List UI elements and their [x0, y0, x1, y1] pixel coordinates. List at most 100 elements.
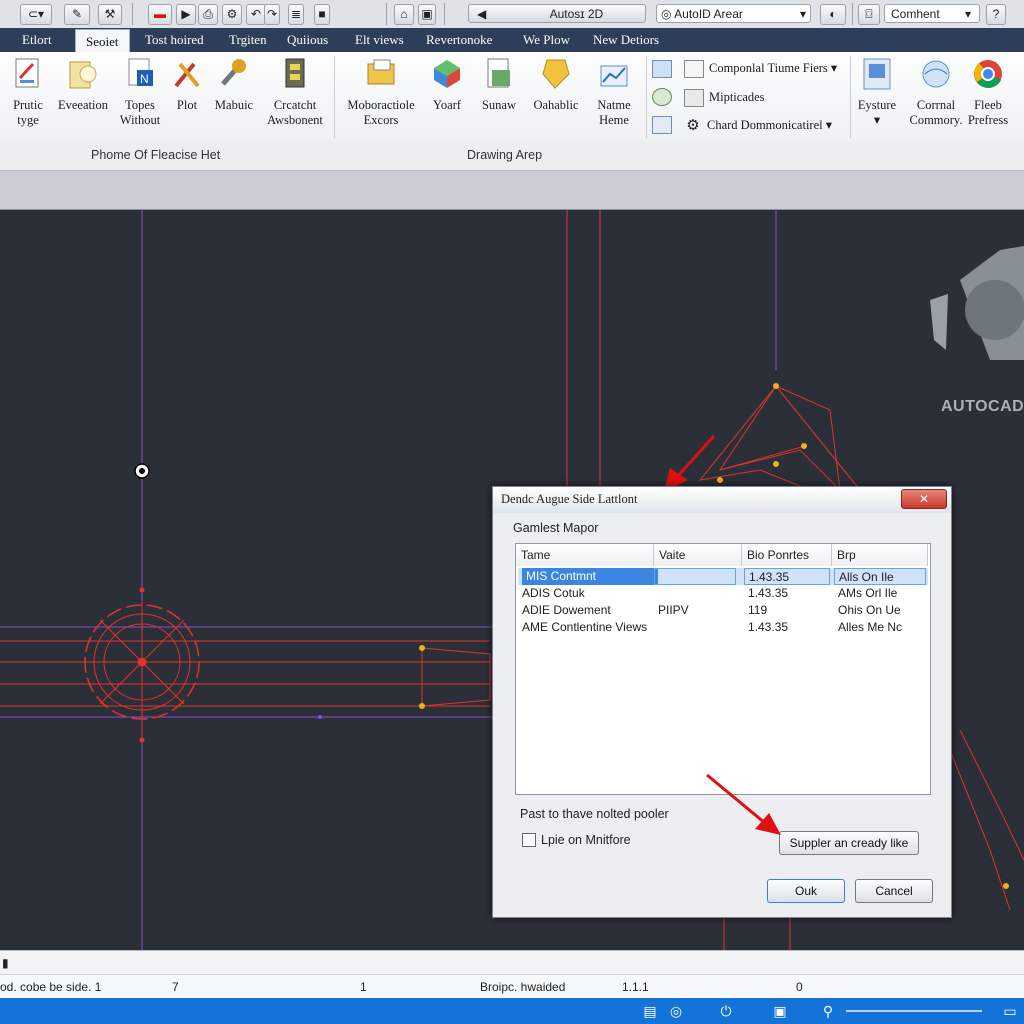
- layout-tab-icon[interactable]: ▮: [2, 956, 9, 970]
- table-row[interactable]: AME Contlentine Views 1.43.35 Alles Me N…: [518, 619, 928, 636]
- apply-button[interactable]: Suppler an cready like: [779, 831, 919, 855]
- ribbon-button-10[interactable]: Natme Heme: [588, 56, 640, 128]
- title-field[interactable]: ◀ Autosɪ 2D: [468, 4, 646, 23]
- ribbon-button-1[interactable]: Eveeation: [54, 56, 112, 113]
- command-text[interactable]: od. cobe be side. 1: [0, 980, 101, 994]
- option-checkbox[interactable]: [522, 833, 536, 847]
- print-icon[interactable]: ⎙: [198, 4, 218, 25]
- column-header-3[interactable]: Brp: [832, 544, 928, 566]
- ribbon-button-9[interactable]: Oahablic: [528, 56, 584, 113]
- ribbon-small-label-2: Chard Dommonicatirel: [707, 118, 823, 132]
- small-icon-1[interactable]: [652, 60, 677, 78]
- cancel-button[interactable]: Cancel: [855, 879, 933, 903]
- table-cell: [658, 585, 740, 602]
- user-icon[interactable]: ◐: [820, 4, 846, 25]
- tab-0[interactable]: Etlort: [22, 28, 52, 52]
- search-value: AutoID Arear: [674, 7, 743, 21]
- ribbon-label-5: Crcatcht Awsbonent: [267, 98, 323, 127]
- ribbon-button-4[interactable]: Mabuic: [210, 56, 258, 113]
- dialog-list-view[interactable]: Tame Vaite Bio Ponrtes Brp MIS Contmnt 1…: [515, 543, 931, 795]
- settings-icon[interactable]: ⚙: [222, 4, 242, 25]
- search-icon[interactable]: ◎: [666, 1001, 686, 1021]
- tab-2[interactable]: Tost hoired: [145, 28, 204, 52]
- table-cell: 1.43.35: [744, 568, 830, 585]
- power-icon[interactable]: ⏻: [716, 1001, 736, 1021]
- tab-1[interactable]: Seoiet: [75, 29, 130, 53]
- table-row[interactable]: ADIE Dowement PIIPV 119 Ohis On Ue: [518, 602, 928, 619]
- globe-icon: [922, 60, 950, 88]
- pencil-icon[interactable]: ✎: [64, 4, 90, 25]
- ok-button[interactable]: Ouk: [767, 879, 845, 903]
- ribbon-label-1: Eveeation: [58, 98, 108, 112]
- tab-7[interactable]: We Plow: [523, 28, 570, 52]
- close-button[interactable]: ✕: [901, 489, 947, 509]
- ribbon-label-10: Natme Heme: [597, 98, 631, 127]
- command-line: od. cobe be side. 1 7 1 Broipc. hwaided …: [0, 974, 1024, 999]
- ribbon-small-item-2[interactable]: ⚙ Chard Dommonicatirel ▾: [684, 117, 832, 134]
- table-cell: 1.43.35: [748, 620, 789, 634]
- title-field-value: Autosɪ 2D: [549, 7, 604, 21]
- pin-icon[interactable]: ⚲: [818, 1001, 838, 1021]
- ribbon-small-item-1[interactable]: Mipticades: [684, 89, 765, 107]
- document-icon[interactable]: ▤: [640, 1001, 660, 1021]
- tools-icon[interactable]: ⚒: [98, 4, 122, 25]
- chart-icon: [600, 65, 628, 87]
- tab-6[interactable]: Revertonoke: [426, 28, 492, 52]
- column-header-1[interactable]: Vaite: [654, 544, 742, 566]
- app-icon[interactable]: ▣: [770, 1001, 790, 1021]
- layers-icon[interactable]: ≣: [288, 4, 304, 25]
- search-input[interactable]: ◎ AutoID Arear ▾: [656, 4, 811, 23]
- window-icon: [652, 116, 672, 134]
- table-cell: Alles Me Nc: [838, 620, 903, 634]
- help-icon[interactable]: ?: [986, 4, 1006, 25]
- taskbar: ▤ ◎ ⏻ ▣ ⚲ ▭: [0, 998, 1024, 1024]
- table-row[interactable]: ADIS Cotuk 1.43.35 AMs Orl Ile: [518, 585, 928, 602]
- camera-icon[interactable]: ⌼: [858, 4, 880, 25]
- tab-4[interactable]: Quiious: [287, 28, 328, 52]
- small-icon-3[interactable]: [652, 116, 677, 134]
- small-icon-2[interactable]: [652, 88, 677, 106]
- undo-icon[interactable]: ↶: [246, 4, 266, 25]
- ribbon-button-2[interactable]: N Topes Without: [116, 56, 164, 128]
- column-header-0[interactable]: Tame: [516, 544, 654, 566]
- ribbon-small-item-0[interactable]: Componlal Tiume Fiers ▾: [684, 60, 837, 79]
- ribbon-button-8[interactable]: Sunaw: [474, 56, 524, 113]
- close-icon: ✕: [918, 492, 930, 506]
- ribbon-button-6[interactable]: Moboractiole Excors: [340, 56, 422, 128]
- play-icon[interactable]: ▶: [176, 4, 196, 25]
- ribbon-button-0[interactable]: Prutic tyge: [6, 56, 50, 128]
- comment-dropdown[interactable]: Comhent ▾: [884, 4, 980, 23]
- globe-small-icon: [652, 88, 672, 106]
- tab-3[interactable]: Trgiten: [229, 28, 267, 52]
- tab-5[interactable]: Elt views: [355, 28, 404, 52]
- ribbon-small-label-1: Mipticades: [709, 89, 765, 104]
- tab-8[interactable]: New Detiors: [593, 28, 659, 52]
- column-header-2[interactable]: Bio Ponrtes: [742, 544, 832, 566]
- dialog-note: Past to thave nolted pooler: [520, 807, 669, 821]
- blue-panel-icon: [863, 58, 891, 90]
- redo-icon[interactable]: ↷: [264, 4, 280, 25]
- dialog-titlebar[interactable]: Dendc Augue Side Lattlont ✕: [493, 487, 951, 513]
- chevron-down-icon: ▾: [964, 7, 971, 21]
- notification-icon[interactable]: ▭: [1000, 1001, 1020, 1021]
- ribbon-panel-labels: Phome Of Fleacise Het Drawing Arep: [0, 142, 1024, 171]
- lock-icon[interactable]: ▣: [418, 4, 436, 25]
- ribbon-button-7[interactable]: Yoarf: [426, 56, 468, 113]
- annotation-arrow-dialog: [706, 773, 781, 835]
- ribbon-button-13[interactable]: Fleeb Prefress: [964, 56, 1012, 128]
- taskbar-slider[interactable]: [846, 1010, 982, 1012]
- table-row[interactable]: MIS Contmnt 1.43.35 Alls On Ile: [518, 568, 928, 585]
- ribbon-button-12[interactable]: Corrnal Commory.: [906, 56, 966, 128]
- status-scale[interactable]: 1.1.1: [622, 980, 649, 994]
- status-mode[interactable]: Broipc. hwaided: [480, 980, 565, 994]
- save-icon[interactable]: ■: [314, 4, 330, 25]
- app-menu-button[interactable]: ⊂▾: [20, 4, 52, 25]
- ribbon-button-5[interactable]: Crcatcht Awsbonent: [260, 56, 330, 128]
- bulb-icon: [69, 61, 97, 89]
- ribbon-button-11[interactable]: Eysture ▾: [854, 56, 900, 128]
- ribbon-label-0: Prutic tyge: [13, 98, 43, 127]
- ribbon-button-3[interactable]: Plot: [168, 56, 206, 113]
- home-icon[interactable]: ⌂: [394, 4, 414, 25]
- table-icon: [684, 89, 704, 107]
- red-line-icon[interactable]: ▬: [148, 4, 172, 25]
